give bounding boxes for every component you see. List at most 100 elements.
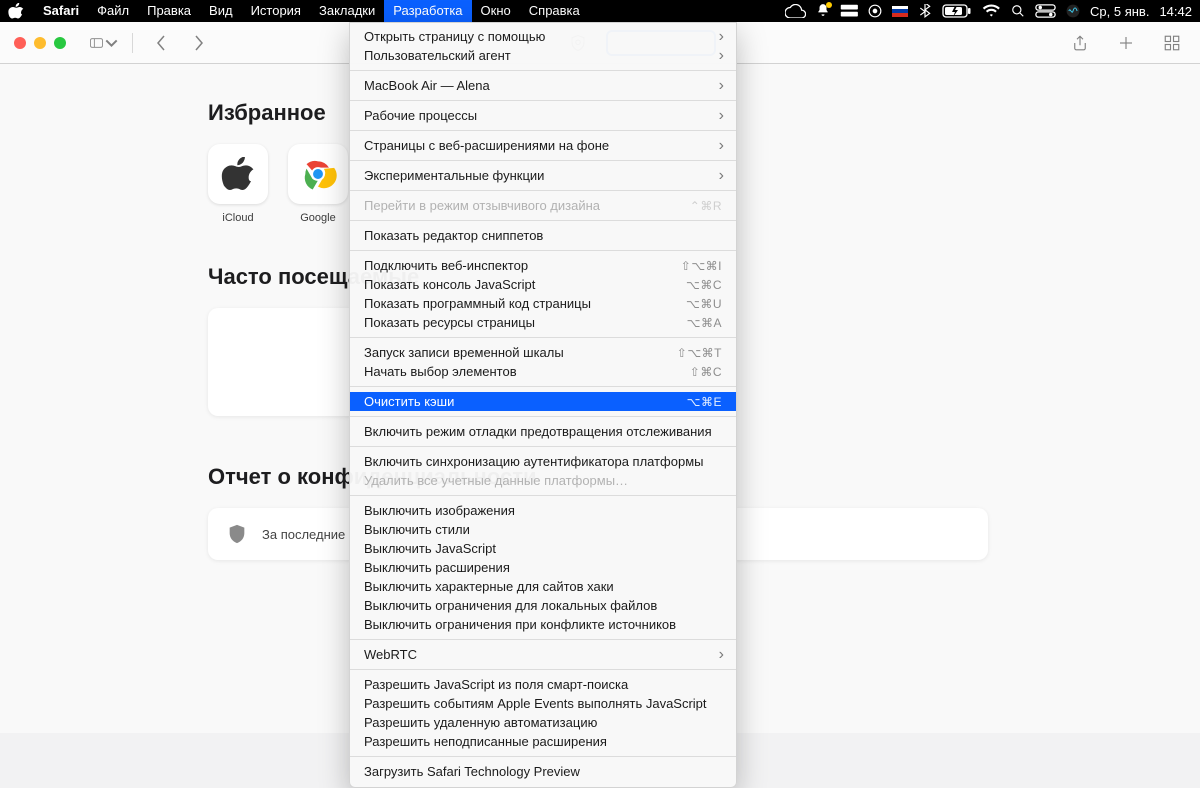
menu-item[interactable]: Разрешить неподписанные расширения <box>350 732 736 751</box>
menu-item[interactable]: Разрешить событиям Apple Events выполнят… <box>350 694 736 713</box>
menubar-help[interactable]: Справка <box>520 0 589 22</box>
develop-menu-dropdown: Открыть страницу с помощью Пользовательск… <box>349 22 737 788</box>
menubar-bookmarks[interactable]: Закладки <box>310 0 384 22</box>
status-tray: Ср, 5 янв. 14:42 <box>785 3 1192 20</box>
privacy-card-text: За последние <box>262 527 345 542</box>
menu-item-shortcut: ⇧⌘C <box>690 365 722 379</box>
menu-item-label: Запуск записи временной шкалы <box>364 345 677 360</box>
menu-item[interactable]: Выключить JavaScript <box>350 539 736 558</box>
menu-item[interactable]: Показать ресурсы страницы⌥⌘A <box>350 313 736 332</box>
menu-item-label: Открыть страницу с помощью <box>364 29 722 44</box>
menu-item-label: Разрешить удаленную автоматизацию <box>364 715 722 730</box>
menu-item[interactable]: Выключить изображения <box>350 501 736 520</box>
menubar-file[interactable]: Файл <box>88 0 138 22</box>
forward-button[interactable] <box>185 30 213 56</box>
menu-item[interactable]: Выключить характерные для сайтов хаки <box>350 577 736 596</box>
menu-item-label: Страницы с веб-расширениями на фоне <box>364 138 722 153</box>
window-close[interactable] <box>14 37 26 49</box>
disk-icon[interactable] <box>840 4 859 18</box>
control-center-icon[interactable] <box>1035 4 1056 18</box>
menu-item-label: Экспериментальные функции <box>364 168 722 183</box>
menu-item-label: Показать программный код страницы <box>364 296 686 311</box>
menu-item-label: Перейти в режим отзывчивого дизайна <box>364 198 690 213</box>
menu-separator <box>350 639 736 640</box>
menu-item[interactable]: Разрешить удаленную автоматизацию <box>350 713 736 732</box>
apple-menu-icon[interactable] <box>8 3 24 19</box>
menubar-window[interactable]: Окно <box>472 0 520 22</box>
menu-item[interactable]: Показать консоль JavaScript⌥⌘C <box>350 275 736 294</box>
tab-overview-button[interactable] <box>1158 30 1186 56</box>
menu-item-label: Выключить ограничения для локальных файл… <box>364 598 722 613</box>
menu-item-label: Выключить ограничения при конфликте исто… <box>364 617 722 632</box>
menubar-app[interactable]: Safari <box>34 0 88 22</box>
menu-item[interactable]: Выключить расширения <box>350 558 736 577</box>
menu-item[interactable]: Показать программный код страницы⌥⌘U <box>350 294 736 313</box>
window-zoom[interactable] <box>54 37 66 49</box>
menu-item[interactable]: Выключить ограничения для локальных файл… <box>350 596 736 615</box>
siri-icon[interactable] <box>1066 4 1080 18</box>
menu-item-label: Очистить кэши <box>364 394 687 409</box>
menu-item[interactable]: Запуск записи временной шкалы⇧⌥⌘T <box>350 343 736 362</box>
menu-item-label: Показать консоль JavaScript <box>364 277 686 292</box>
back-button[interactable] <box>147 30 175 56</box>
menu-separator <box>350 100 736 101</box>
menu-item[interactable]: Экспериментальные функции <box>350 166 736 185</box>
spotlight-icon[interactable] <box>1011 4 1025 18</box>
menu-item[interactable]: Открыть страницу с помощью <box>350 27 736 46</box>
chrome-icon <box>299 155 337 193</box>
menu-item-label: Показать редактор сниппетов <box>364 228 722 243</box>
record-icon[interactable] <box>868 4 882 18</box>
menu-item: Перейти в режим отзывчивого дизайна⌃⌘R <box>350 196 736 215</box>
menubar-view[interactable]: Вид <box>200 0 242 22</box>
menu-item[interactable]: Начать выбор элементов⇧⌘C <box>350 362 736 381</box>
sidebar-toggle-button[interactable] <box>90 30 118 56</box>
battery-icon[interactable] <box>942 4 972 18</box>
apple-logo-icon <box>221 157 255 191</box>
menubar-date[interactable]: Ср, 5 янв. <box>1090 4 1149 19</box>
menu-item-label: Выключить расширения <box>364 560 722 575</box>
favorite-google[interactable]: Google <box>288 144 348 224</box>
menu-item[interactable]: Страницы с веб-расширениями на фоне <box>350 136 736 155</box>
menubar-edit[interactable]: Правка <box>138 0 200 22</box>
menu-item[interactable]: Очистить кэши⌥⌘E <box>350 392 736 411</box>
menu-item-shortcut: ⇧⌥⌘I <box>681 259 722 273</box>
menu-item[interactable]: Подключить веб-инспектор⇧⌥⌘I <box>350 256 736 275</box>
menu-item[interactable]: Показать редактор сниппетов <box>350 226 736 245</box>
menu-item[interactable]: Выключить стили <box>350 520 736 539</box>
menu-item[interactable]: Загрузить Safari Technology Preview <box>350 762 736 781</box>
wifi-icon[interactable] <box>982 4 1001 18</box>
window-controls <box>14 37 66 49</box>
menu-item[interactable]: Включить синхронизацию аутентификатора п… <box>350 452 736 471</box>
menu-item[interactable]: MacBook Air — Alena <box>350 76 736 95</box>
menu-item-label: Разрешить JavaScript из поля смарт-поиск… <box>364 677 722 692</box>
menu-item-label: Включить синхронизацию аутентификатора п… <box>364 454 722 469</box>
menu-item[interactable]: Включить режим отладки предотвращения от… <box>350 422 736 441</box>
input-source-ru-icon[interactable] <box>892 6 908 17</box>
menubar-time[interactable]: 14:42 <box>1159 4 1192 19</box>
menu-separator <box>350 337 736 338</box>
window-minimize[interactable] <box>34 37 46 49</box>
menu-item: Удалить все учетные данные платформы… <box>350 471 736 490</box>
menu-item[interactable]: Разрешить JavaScript из поля смарт-поиск… <box>350 675 736 694</box>
menu-item-label: Пользовательский агент <box>364 48 722 63</box>
share-button[interactable] <box>1066 30 1094 56</box>
menu-item[interactable]: Выключить ограничения при конфликте исто… <box>350 615 736 634</box>
menu-item[interactable]: WebRTC <box>350 645 736 664</box>
bluetooth-icon[interactable] <box>918 4 932 18</box>
menu-item[interactable]: Пользовательский агент <box>350 46 736 65</box>
menu-separator <box>350 416 736 417</box>
menu-item-label: Начать выбор элементов <box>364 364 690 379</box>
menubar-history[interactable]: История <box>242 0 310 22</box>
menu-separator <box>350 495 736 496</box>
menu-item-shortcut: ⌥⌘C <box>686 278 722 292</box>
menubar-develop[interactable]: Разработка <box>384 0 471 22</box>
menu-item-shortcut: ⇧⌥⌘T <box>677 346 722 360</box>
notifications-icon[interactable] <box>816 3 830 20</box>
new-tab-button[interactable] <box>1112 30 1140 56</box>
menu-item-shortcut: ⌥⌘E <box>687 395 722 409</box>
menu-item[interactable]: Рабочие процессы <box>350 106 736 125</box>
cloud-icon[interactable] <box>785 4 806 18</box>
favorite-icloud[interactable]: iCloud <box>208 144 268 224</box>
menu-separator <box>350 250 736 251</box>
menu-separator <box>350 669 736 670</box>
